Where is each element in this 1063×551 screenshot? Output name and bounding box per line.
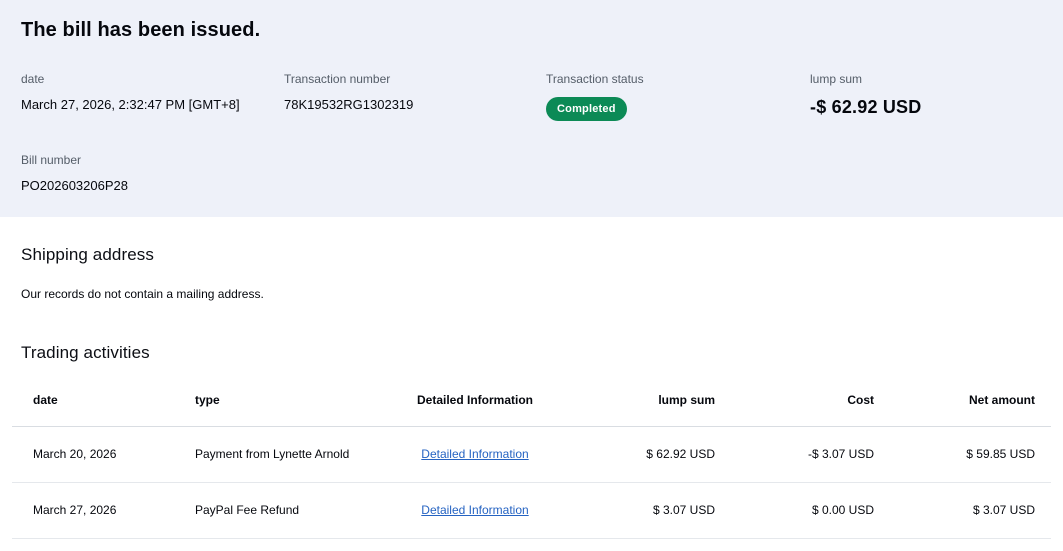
summary-grid: date March 27, 2026, 2:32:47 PM [GMT+8] … [21, 72, 1042, 193]
cell-cost: -$ 3.07 USD [715, 426, 886, 483]
cell-lump-sum: $ 3.07 USD [560, 482, 715, 539]
page-title: The bill has been issued. [21, 19, 261, 41]
field-lump-sum-label: lump sum [810, 72, 863, 86]
cell-cost: $ 0.00 USD [715, 482, 886, 539]
field-bill-number-label: Bill number [21, 153, 82, 167]
bill-summary-section: The bill has been issued. date March 27,… [0, 0, 1063, 217]
field-lump-sum: lump sum -$ 62.92 USD [810, 72, 1042, 121]
cell-type: Payment from Lynette Arnold [195, 426, 390, 483]
field-date-value: March 27, 2026, 2:32:47 PM [GMT+8] [21, 97, 240, 112]
cell-type: PayPal Fee Refund [195, 482, 390, 539]
table-header-row: date type Detailed Information lump sum … [12, 383, 1051, 427]
table-row: March 20, 2026 Payment from Lynette Arno… [12, 426, 1051, 483]
column-header-net-amount: Net amount [886, 383, 1051, 427]
shipping-address-message: Our records do not contain a mailing add… [21, 287, 264, 301]
field-date: date March 27, 2026, 2:32:47 PM [GMT+8] [21, 72, 284, 121]
detailed-information-link[interactable]: Detailed Information [421, 447, 528, 461]
table-row: March 27, 2026 PayPal Fee Refund Detaile… [12, 482, 1051, 539]
column-header-date: date [12, 383, 195, 427]
table-body: March 20, 2026 Payment from Lynette Arno… [12, 426, 1051, 539]
shipping-address-title: Shipping address [21, 245, 154, 264]
field-date-label: date [21, 72, 45, 86]
shipping-address-section: Shipping address Our records do not cont… [0, 217, 1063, 301]
field-bill-number-value: PO202603206P28 [21, 178, 128, 193]
field-transaction-status: Transaction status Completed [546, 72, 810, 121]
cell-date: March 27, 2026 [12, 482, 195, 539]
status-badge: Completed [546, 97, 627, 121]
field-transaction-number-value: 78K19532RG1302319 [284, 97, 414, 112]
trading-activities-table: date type Detailed Information lump sum … [12, 383, 1051, 539]
lump-sum-amount: -$ 62.92 USD [810, 97, 922, 117]
trading-activities-title: Trading activities [21, 343, 150, 362]
trading-activities-section: Trading activities date type Detailed In… [0, 301, 1063, 539]
field-transaction-number-label: Transaction number [284, 72, 391, 86]
column-header-type: type [195, 383, 390, 427]
column-header-lump-sum: lump sum [560, 383, 715, 427]
bill-details-page: The bill has been issued. date March 27,… [0, 0, 1063, 551]
cell-lump-sum: $ 62.92 USD [560, 426, 715, 483]
field-transaction-number: Transaction number 78K19532RG1302319 [284, 72, 546, 121]
column-header-detailed-information: Detailed Information [390, 383, 560, 427]
field-transaction-status-label: Transaction status [546, 72, 644, 86]
field-bill-number: Bill number PO202603206P28 [21, 153, 284, 193]
detailed-information-link[interactable]: Detailed Information [421, 503, 528, 517]
cell-date: March 20, 2026 [12, 426, 195, 483]
column-header-cost: Cost [715, 383, 886, 427]
cell-net-amount: $ 3.07 USD [886, 482, 1051, 539]
table-header: date type Detailed Information lump sum … [12, 383, 1051, 427]
cell-net-amount: $ 59.85 USD [886, 426, 1051, 483]
